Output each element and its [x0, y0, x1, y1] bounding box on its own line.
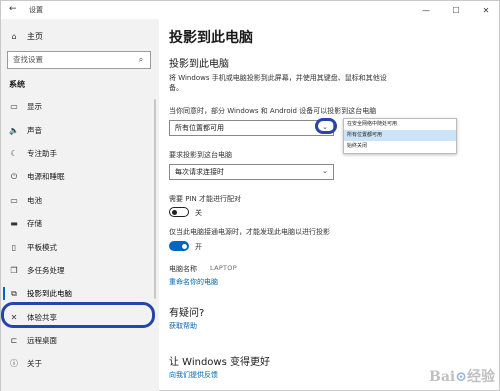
question-heading: 有疑问?: [169, 308, 205, 319]
get-help-link[interactable]: 获取帮助: [169, 321, 197, 331]
description: 将 Windows 手机或电脑投影到此屏幕，并使用其键盘、鼠标和其他设备。: [169, 74, 387, 92]
sidebar-item[interactable]: ⏻ 电源和睡眠: [1, 165, 159, 188]
main-content: 投影到此电脑 投影到此电脑 将 Windows 手机或电脑投影到此屏幕，并使用其…: [159, 19, 500, 391]
maximize-button[interactable]: ☐: [441, 1, 471, 19]
availability-dropdown[interactable]: 所有位置都可用 ⌄: [169, 120, 334, 136]
pc-name-label: 电脑名称: [169, 265, 197, 273]
info-icon: ⓘ: [10, 359, 18, 369]
back-arrow-icon[interactable]: ←: [9, 4, 17, 14]
power-label: 仅当此电脑接通电源时，才能发现此电脑以进行投影: [169, 228, 330, 236]
sidebar: ⌂ 主页 ⌕ 系统 ▭ 显示 🔈 声音 ☾ 专注助手 ⏻ 电源和睡眠 ▭ 电池 ▬ 存储 ▯ 平板模式 ❐ 多…: [1, 19, 159, 391]
annotation-ring-sidebar: [1, 302, 155, 328]
power-icon: ⏻: [10, 171, 18, 181]
sidebar-item-label: 电池: [27, 195, 42, 205]
power-toggle[interactable]: [169, 241, 189, 251]
search-box: ⌕: [7, 51, 151, 69]
request-dropdown[interactable]: 每次请求连接时 ⌄: [169, 164, 334, 180]
pc-name-value: LAPTOP: [210, 264, 237, 272]
project-icon: ⧉: [11, 288, 17, 298]
window-title: 设置: [29, 6, 43, 14]
sidebar-item-label: 声音: [27, 125, 42, 135]
remote-icon: ⊏: [10, 336, 18, 346]
power-toggle-state: 开: [195, 243, 202, 251]
sidebar-item[interactable]: ☾ 专注助手: [1, 142, 159, 165]
sidebar-item-label: 存储: [27, 219, 42, 229]
request-value: 每次请求连接时: [175, 168, 224, 176]
availability-label: 当你同意时，部分 Windows 和 Android 设备可以投影到这台电脑: [169, 107, 377, 115]
sidebar-item-label: 关于: [27, 359, 42, 369]
sidebar-item-label: 显示: [27, 102, 42, 112]
search-input[interactable]: [13, 55, 133, 64]
sidebar-item-label: 投影到此电脑: [27, 289, 72, 299]
sidebar-item[interactable]: ▭ 显示: [1, 95, 159, 118]
sidebar-item[interactable]: ❐ 多任务处理: [1, 259, 159, 282]
moon-icon: ☾: [10, 148, 18, 158]
sidebar-scrollbar[interactable]: [154, 99, 156, 299]
dropdown-option[interactable]: 在安全网络中随处可用: [344, 119, 456, 130]
sidebar-item-home[interactable]: ⌂ 主页: [9, 31, 43, 42]
sidebar-item-label: 多任务处理: [27, 265, 65, 275]
availability-options-popup: 在安全网络中随处可用 所有位置都可用 始终关闭: [343, 118, 457, 154]
sidebar-item[interactable]: 🔈 声音: [1, 118, 159, 141]
window-controls: — ☐ ✕: [411, 1, 500, 19]
sidebar-item[interactable]: ⊏ 远程桌面: [1, 329, 159, 352]
title-bar: ← 设置 — ☐ ✕: [1, 1, 500, 19]
sidebar-item-label: 电源和睡眠: [27, 172, 65, 182]
improve-heading: 让 Windows 变得更好: [169, 357, 270, 368]
search-icon[interactable]: ⌕: [136, 55, 146, 65]
sidebar-item[interactable]: ▭ 电池: [1, 189, 159, 212]
settings-window: ← 设置 — ☐ ✕ ⌂ 主页 ⌕ 系统 ▭ 显示 🔈 声音 ☾ 专注助手 ⏻ 电源和睡眠 ▭ 电…: [0, 0, 500, 391]
display-icon: ▭: [10, 102, 18, 112]
availability-value: 所有位置都可用: [175, 124, 224, 132]
close-button[interactable]: ✕: [471, 1, 500, 19]
storage-icon: ▬: [10, 219, 18, 229]
sidebar-item-label: 平板模式: [27, 242, 57, 252]
minimize-button[interactable]: —: [411, 1, 441, 19]
toggle-knob: [182, 243, 187, 249]
dropdown-option[interactable]: 始终关闭: [344, 141, 456, 152]
speaker-icon: 🔈: [9, 125, 19, 135]
sidebar-item[interactable]: ▬ 存储: [1, 212, 159, 235]
sidebar-section-label: 系统: [9, 80, 25, 89]
multitask-icon: ❐: [10, 265, 18, 275]
dropdown-option[interactable]: 所有位置都可用: [344, 130, 456, 141]
sidebar-item-label: 专注助手: [27, 148, 57, 158]
request-label: 要求投影到这台电脑: [169, 151, 232, 159]
home-icon: ⌂: [11, 32, 17, 41]
sidebar-item[interactable]: ⓘ 关于: [1, 352, 159, 375]
section-title: 投影到此电脑: [169, 59, 229, 70]
battery-icon: ▭: [10, 195, 18, 205]
page-title: 投影到此电脑: [169, 30, 253, 46]
sidebar-nav-list: ▭ 显示 🔈 声音 ☾ 专注助手 ⏻ 电源和睡眠 ▭ 电池 ▬ 存储 ▯ 平板模式 ❐ 多任务处理 ⧉ 投影到此电…: [1, 95, 159, 376]
pin-toggle-state: 关: [195, 209, 202, 217]
annotation-ring-dropdown: [315, 118, 337, 134]
chevron-down-icon: ⌄: [322, 167, 328, 175]
tablet-icon: ▯: [11, 242, 17, 252]
watermark-logo: Bai⊙经验: [429, 369, 495, 385]
pin-toggle[interactable]: [169, 207, 189, 217]
rename-pc-link[interactable]: 重命名你的电脑: [169, 277, 218, 287]
pin-label: 需要 PIN 才能进行配对: [169, 195, 241, 203]
sidebar-home-label: 主页: [27, 32, 43, 41]
sidebar-item[interactable]: ▯ 平板模式: [1, 235, 159, 258]
feedback-link[interactable]: 向我们提供反馈: [169, 370, 218, 380]
toggle-knob: [172, 209, 177, 215]
sidebar-item-label: 远程桌面: [27, 336, 57, 346]
